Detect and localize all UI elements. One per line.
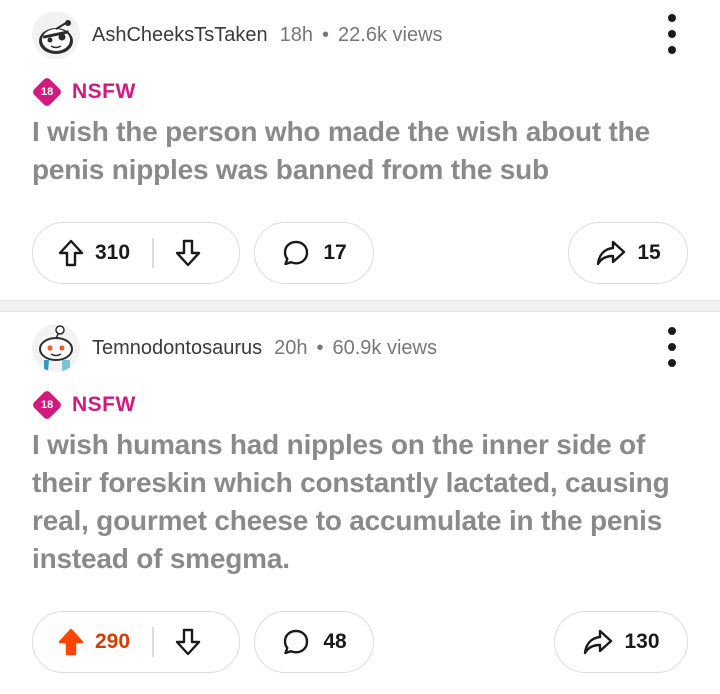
post-actions: 290 48 130 bbox=[32, 611, 688, 673]
share-button[interactable]: 15 bbox=[568, 222, 688, 284]
share-button[interactable]: 130 bbox=[554, 611, 688, 673]
post-title[interactable]: I wish the person who made the wish abou… bbox=[32, 113, 692, 189]
meta-separator: • bbox=[322, 23, 330, 46]
vote-control: 290 bbox=[32, 611, 240, 673]
comment-count: 48 bbox=[323, 630, 347, 653]
comment-bubble-icon bbox=[284, 629, 309, 655]
share-count: 130 bbox=[624, 630, 660, 653]
post-header: Temnodontosaurus 20h • 60.9k views bbox=[32, 323, 692, 373]
nsfw-18-icon: 18 bbox=[31, 76, 63, 108]
author-name[interactable]: Temnodontosaurus bbox=[92, 337, 262, 360]
comment-bubble-icon bbox=[284, 240, 309, 266]
more-options-icon[interactable] bbox=[664, 14, 680, 54]
post-header: AshCheeksTsTaken 18h • 22.6k views bbox=[32, 10, 692, 60]
downvote-arrow-icon[interactable] bbox=[174, 627, 202, 657]
post-card[interactable]: AshCheeksTsTaken 18h • 22.6k views 18 NS… bbox=[0, 0, 720, 300]
author-name[interactable]: AshCheeksTsTaken bbox=[92, 24, 268, 47]
post-actions: 310 17 15 bbox=[32, 222, 688, 284]
post-divider bbox=[0, 300, 720, 312]
comments-button[interactable]: 48 bbox=[254, 611, 374, 673]
nsfw-label: NSFW bbox=[72, 80, 136, 103]
vote-control: 310 bbox=[32, 222, 240, 284]
post-age: 20h bbox=[274, 336, 308, 359]
snoo-eyepatch-avatar-icon[interactable] bbox=[32, 11, 80, 59]
snoo-doctor-avatar-icon[interactable] bbox=[32, 324, 80, 372]
upvote-arrow-icon[interactable] bbox=[57, 238, 85, 268]
comments-button[interactable]: 17 bbox=[254, 222, 374, 284]
nsfw-label: NSFW bbox=[72, 393, 136, 416]
post-card[interactable]: Temnodontosaurus 20h • 60.9k views 18 NS… bbox=[0, 312, 720, 694]
upvote-count: 290 bbox=[95, 630, 131, 653]
post-title[interactable]: I wish humans had nipples on the inner s… bbox=[32, 426, 692, 578]
view-count: 22.6k views bbox=[338, 23, 443, 46]
nsfw-18-icon: 18 bbox=[31, 389, 63, 421]
downvote-arrow-icon[interactable] bbox=[174, 238, 202, 268]
comment-count: 17 bbox=[323, 241, 347, 264]
share-arrow-icon bbox=[597, 240, 626, 266]
share-arrow-icon bbox=[584, 629, 613, 655]
post-age: 18h bbox=[279, 23, 314, 46]
more-options-icon[interactable] bbox=[664, 327, 680, 367]
nsfw-tag: 18 NSFW bbox=[31, 76, 136, 108]
vote-divider bbox=[152, 238, 154, 268]
nsfw-tag: 18 NSFW bbox=[31, 389, 136, 421]
share-count: 15 bbox=[637, 241, 661, 264]
upvote-arrow-icon[interactable] bbox=[57, 627, 85, 657]
upvote-count: 310 bbox=[95, 241, 131, 264]
view-count: 60.9k views bbox=[332, 336, 438, 359]
vote-divider bbox=[152, 627, 154, 657]
meta-separator: • bbox=[316, 336, 324, 359]
